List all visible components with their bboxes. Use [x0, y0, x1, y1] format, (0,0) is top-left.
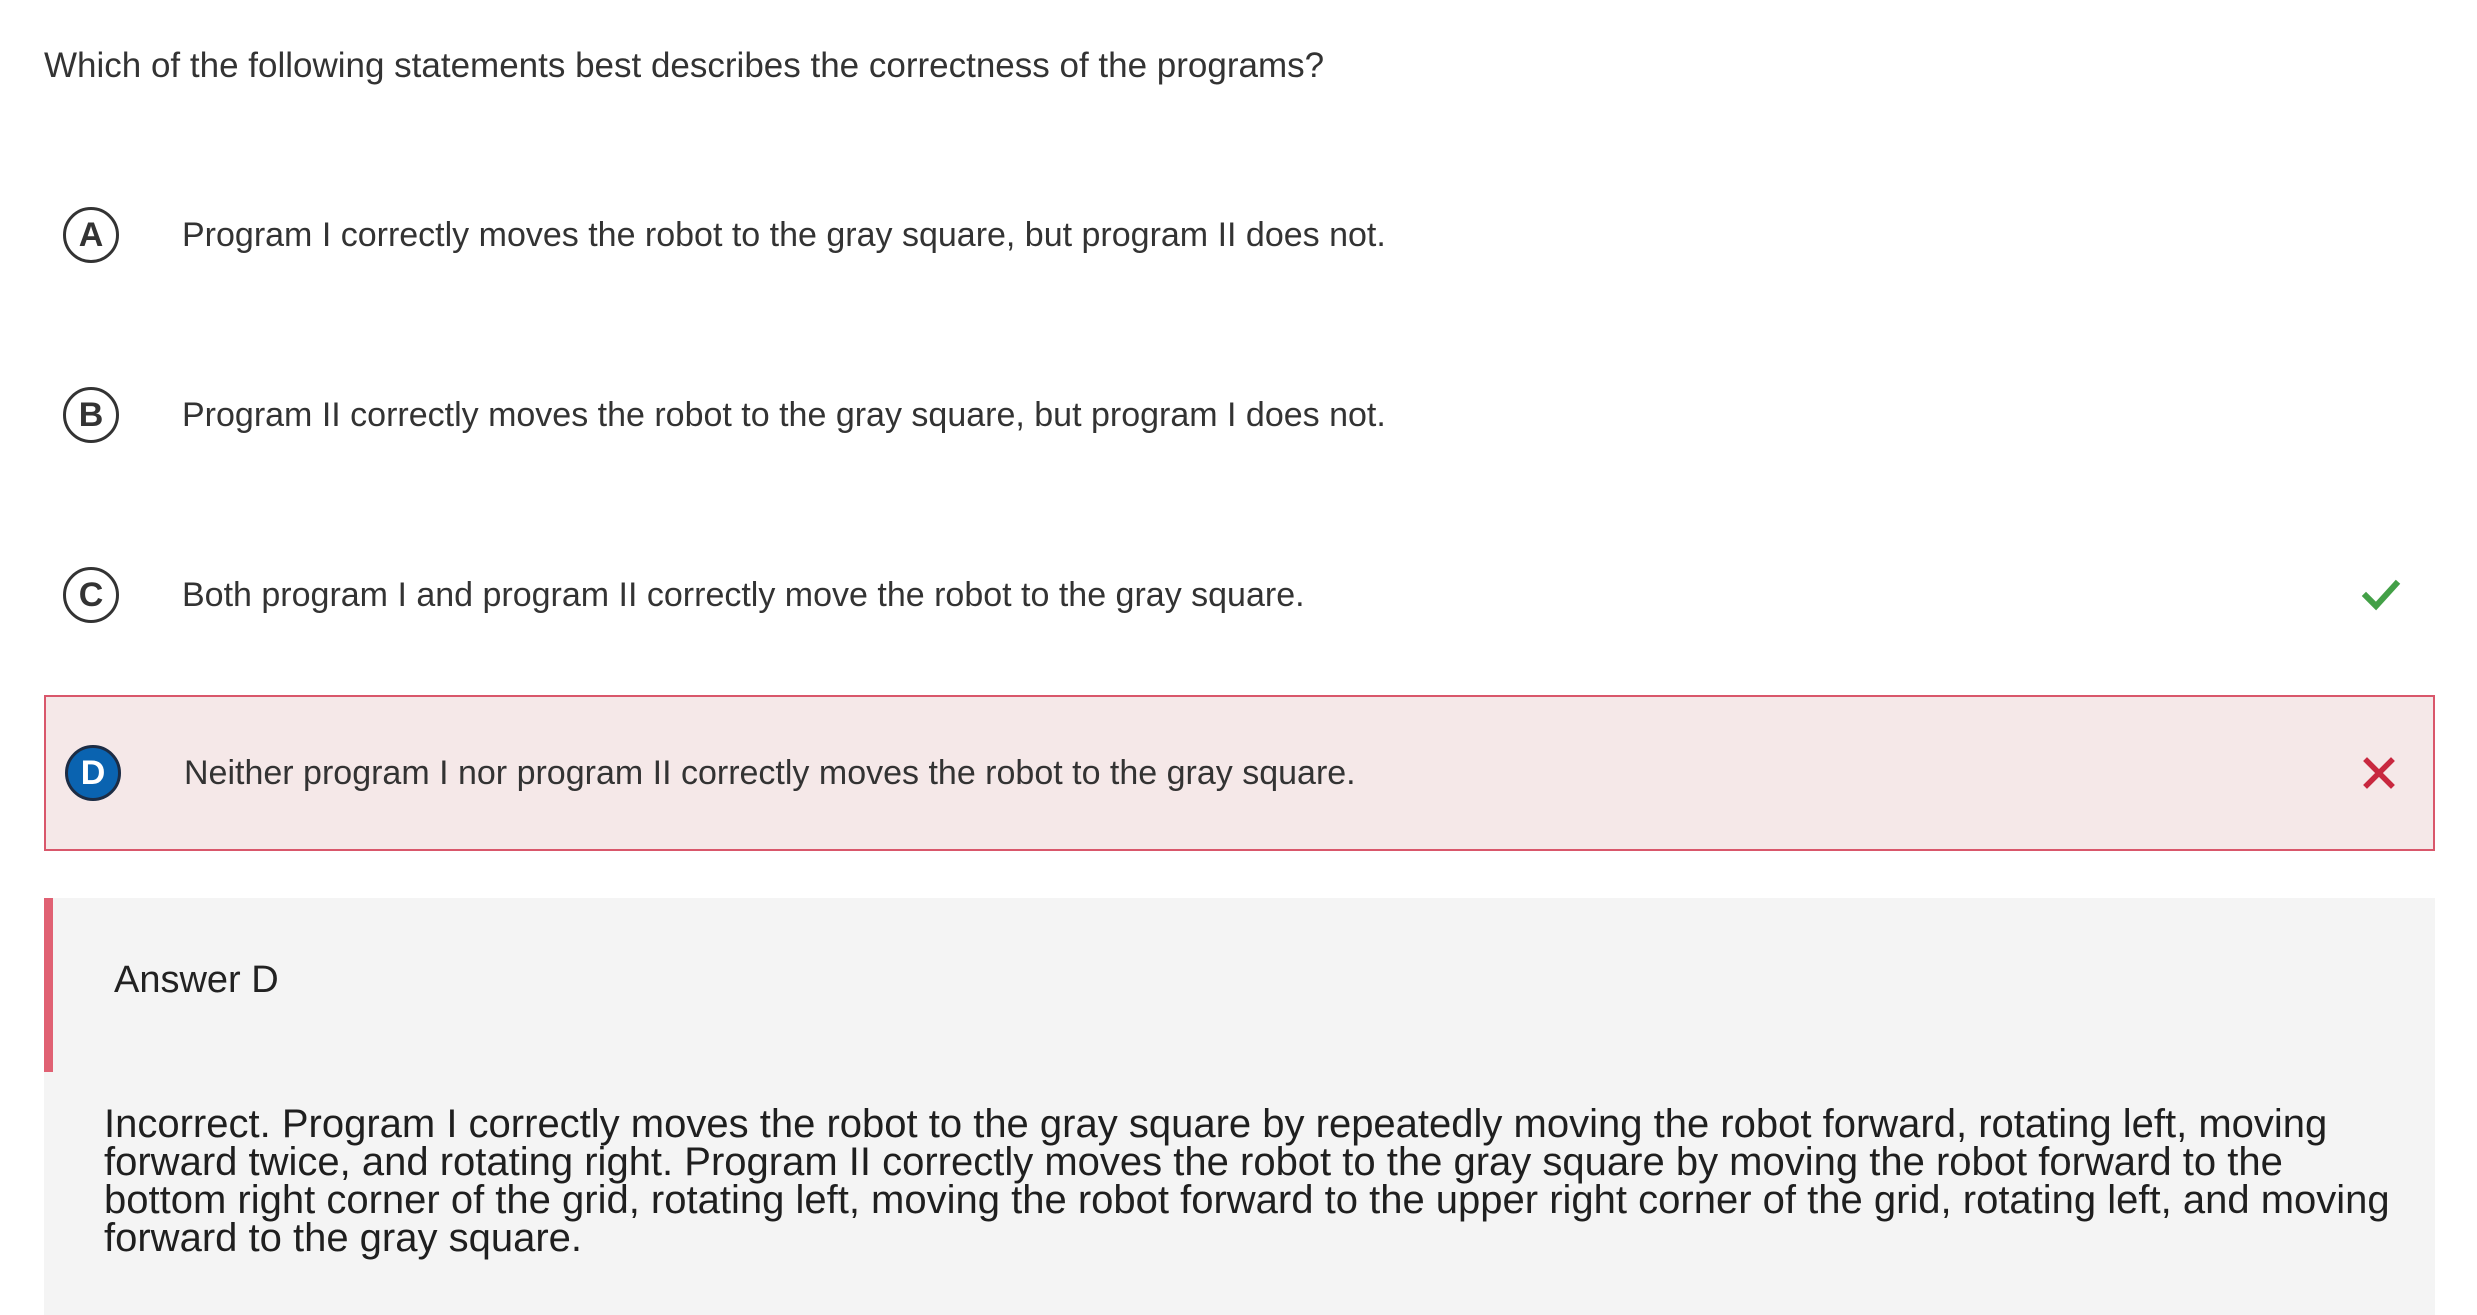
question-text: Which of the following statements best d…	[44, 46, 1325, 85]
option-text-a: Program I correctly moves the robot to t…	[182, 216, 1386, 254]
option-text-d: Neither program I nor program II correct…	[184, 754, 1356, 792]
check-icon	[2361, 575, 2401, 615]
option-a[interactable]: A Program I correctly moves the robot to…	[44, 157, 2435, 313]
option-letter-b: B	[63, 387, 119, 443]
option-b[interactable]: B Program II correctly moves the robot t…	[44, 337, 2435, 493]
feedback-accent-bar	[44, 898, 53, 1072]
option-letter-a: A	[63, 207, 119, 263]
option-text-b: Program II correctly moves the robot to …	[182, 396, 1386, 434]
option-letter-d: D	[65, 745, 121, 801]
feedback-panel: Answer D Incorrect. Program I correctly …	[44, 898, 2435, 1315]
cross-icon	[2359, 753, 2399, 793]
option-text-c: Both program I and program II correctly …	[182, 576, 1305, 614]
option-d[interactable]: D Neither program I nor program II corre…	[44, 695, 2435, 851]
feedback-title: Answer D	[114, 959, 279, 1001]
option-letter-c: C	[63, 567, 119, 623]
option-c[interactable]: C Both program I and program II correctl…	[44, 517, 2435, 673]
feedback-text: Incorrect. Program I correctly moves the…	[104, 1102, 2390, 1260]
